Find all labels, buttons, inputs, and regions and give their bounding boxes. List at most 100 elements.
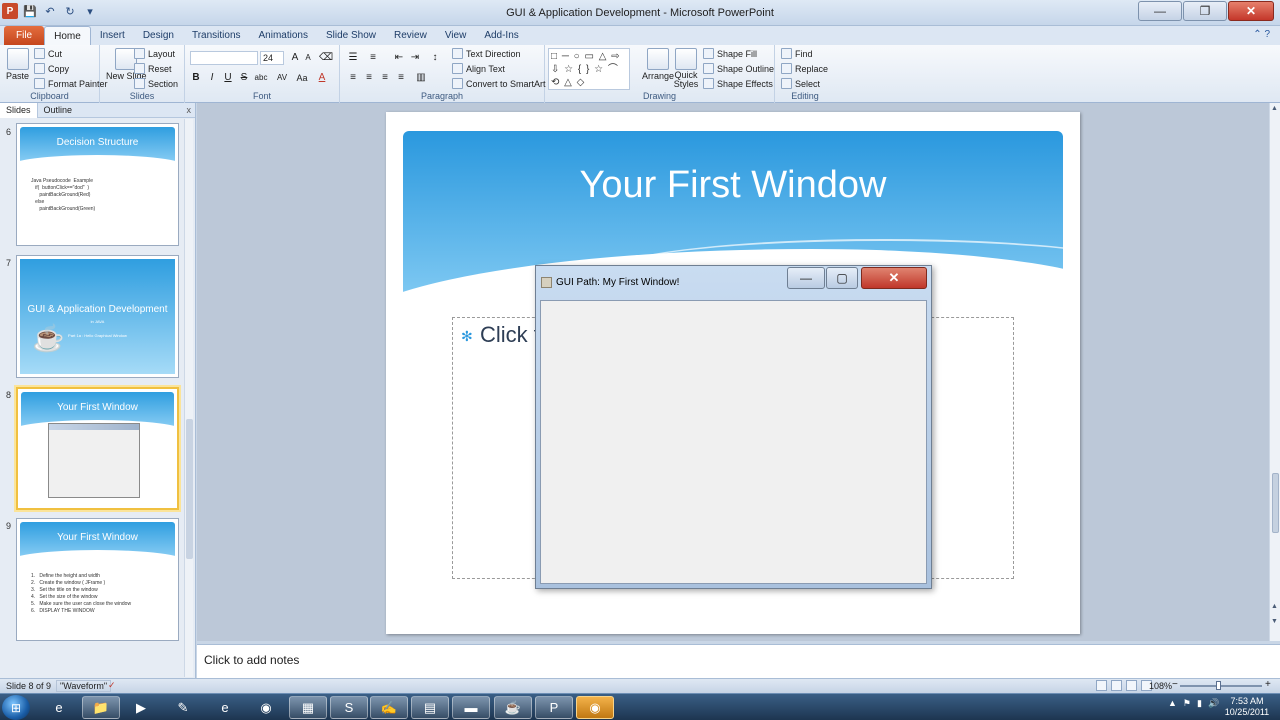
slide-thumbnail-7[interactable]: GUI & Application Development in JAVA Pa…: [16, 255, 179, 378]
zoom-level[interactable]: 108%: [1149, 681, 1172, 691]
start-button[interactable]: ⊞: [2, 695, 30, 720]
quick-styles-button[interactable]: Quick Styles: [673, 48, 699, 89]
format-painter-button[interactable]: Format Painter: [34, 78, 108, 89]
smartart-button[interactable]: Convert to SmartArt: [452, 78, 546, 89]
slides-pane-scrollbar[interactable]: [184, 119, 193, 677]
columns-icon[interactable]: ▥: [414, 71, 428, 85]
slide-sorter-icon[interactable]: [1111, 680, 1122, 691]
reset-button[interactable]: Reset: [134, 63, 172, 74]
theme-name[interactable]: "Waveform": [56, 680, 112, 692]
editing-area-scrollbar[interactable]: ▲ ▲ ▼: [1269, 103, 1280, 641]
chrome-icon[interactable]: ◉: [576, 696, 614, 719]
java-icon[interactable]: ☕: [494, 696, 532, 719]
char-spacing-button[interactable]: AV: [273, 71, 291, 85]
slide-thumbnail-8[interactable]: Your First Window: [16, 387, 179, 510]
notes-pane[interactable]: Click to add notes: [197, 644, 1280, 678]
java-window[interactable]: GUI Path: My First Window! — ▢ ✕: [535, 265, 932, 589]
copy-button[interactable]: Copy: [34, 63, 69, 74]
font-name-field[interactable]: [190, 51, 258, 65]
action-center-icon[interactable]: ⚑: [1183, 698, 1191, 709]
notepad-icon[interactable]: ✍: [370, 696, 408, 719]
find-button[interactable]: Find: [781, 48, 813, 59]
show-hidden-icons[interactable]: ▲: [1168, 698, 1177, 709]
tab-outline[interactable]: Outline: [38, 103, 79, 118]
explorer-icon[interactable]: 📁: [82, 696, 120, 719]
scroll-up-icon[interactable]: ▲: [1271, 105, 1278, 112]
bold-button[interactable]: B: [189, 71, 203, 85]
justify-icon[interactable]: ≡: [394, 71, 408, 85]
zoom-slider[interactable]: [1180, 681, 1262, 690]
shape-outline-button[interactable]: Shape Outline: [703, 63, 774, 74]
firefox-icon[interactable]: ◉: [247, 696, 285, 719]
tab-add-ins[interactable]: Add-Ins: [475, 26, 527, 45]
shape-fill-button[interactable]: Shape Fill: [703, 48, 757, 59]
tab-design[interactable]: Design: [134, 26, 183, 45]
command-prompt-icon[interactable]: ▬: [452, 696, 490, 719]
tab-slide-show[interactable]: Slide Show: [317, 26, 385, 45]
normal-view-icon[interactable]: [1096, 680, 1107, 691]
app-icon[interactable]: ▦: [289, 696, 327, 719]
shrink-font-button[interactable]: A: [301, 51, 315, 65]
help-icon[interactable]: ⌃ ?: [1253, 29, 1270, 40]
network-icon[interactable]: ▮: [1197, 698, 1202, 709]
spell-check-icon[interactable]: ✓: [108, 680, 116, 691]
clear-format-icon[interactable]: ⌫: [319, 51, 333, 65]
next-slide-icon[interactable]: ▼: [1271, 618, 1278, 625]
strikethrough-button[interactable]: S: [237, 71, 251, 85]
layout-button[interactable]: Layout: [134, 48, 175, 59]
scrollbar-thumb[interactable]: [1272, 473, 1279, 533]
media-player-icon[interactable]: ▶: [122, 696, 160, 719]
java-close-button[interactable]: ✕: [861, 267, 927, 289]
align-left-icon[interactable]: ≡: [346, 71, 360, 85]
replace-button[interactable]: Replace: [781, 63, 828, 74]
italic-button[interactable]: I: [205, 71, 219, 85]
prev-slide-icon[interactable]: ▲: [1271, 603, 1278, 610]
cut-button[interactable]: Cut: [34, 48, 62, 59]
line-spacing-icon[interactable]: ↕: [428, 51, 442, 65]
align-right-icon[interactable]: ≡: [378, 71, 392, 85]
tab-review[interactable]: Review: [385, 26, 436, 45]
slide-thumbnail-6[interactable]: Decision Structure Java Pseudocode Examp…: [16, 123, 179, 246]
powerpoint-icon[interactable]: P: [535, 696, 573, 719]
tab-transitions[interactable]: Transitions: [183, 26, 250, 45]
slide-title[interactable]: Your First Window: [403, 164, 1063, 207]
select-button[interactable]: Select: [781, 78, 820, 89]
increase-indent-icon[interactable]: ⇥: [408, 51, 422, 65]
bullets-icon[interactable]: ☰: [346, 51, 360, 65]
zoom-out-button[interactable]: −: [1172, 679, 1178, 690]
clock[interactable]: 7:53 AM 10/25/2011: [1218, 696, 1276, 718]
pane-close-icon[interactable]: x: [187, 105, 192, 115]
editor-icon[interactable]: ✎: [164, 696, 202, 719]
tab-animations[interactable]: Animations: [250, 26, 317, 45]
java-maximize-button[interactable]: ▢: [826, 267, 858, 289]
text-direction-button[interactable]: Text Direction: [452, 48, 521, 59]
ie-icon[interactable]: e: [40, 696, 78, 719]
close-button[interactable]: ✕: [1228, 1, 1274, 21]
shapes-gallery[interactable]: □ ─ ○ ▭ △ ⇨ ⇩ ☆ { } ☆ ⌒ ⟲ △ ◇: [548, 48, 630, 90]
font-color-button[interactable]: A: [315, 71, 329, 85]
tab-home[interactable]: Home: [44, 26, 91, 45]
arrange-button[interactable]: Arrange: [642, 48, 674, 81]
align-center-icon[interactable]: ≡: [362, 71, 376, 85]
tab-file[interactable]: File: [4, 26, 45, 45]
minimize-button[interactable]: —: [1138, 1, 1182, 21]
align-text-button[interactable]: Align Text: [452, 63, 505, 74]
shadow-button[interactable]: abc: [251, 71, 271, 85]
zoom-slider-knob[interactable]: [1216, 681, 1221, 690]
grow-font-button[interactable]: A: [288, 51, 302, 65]
maximize-button[interactable]: ❐: [1183, 1, 1227, 21]
tab-slides[interactable]: Slides: [0, 102, 38, 118]
decrease-indent-icon[interactable]: ⇤: [392, 51, 406, 65]
underline-button[interactable]: U: [221, 71, 235, 85]
change-case-button[interactable]: Aa: [293, 71, 311, 85]
section-button[interactable]: Section: [134, 78, 178, 89]
ie-icon[interactable]: e: [206, 696, 244, 719]
shape-effects-button[interactable]: Shape Effects: [703, 78, 773, 89]
paste-button[interactable]: Paste: [6, 48, 29, 81]
font-size-field[interactable]: 24: [260, 51, 284, 65]
skype-icon[interactable]: S: [330, 696, 368, 719]
document-icon[interactable]: ▤: [411, 696, 449, 719]
zoom-in-button[interactable]: +: [1265, 679, 1271, 690]
reading-view-icon[interactable]: [1126, 680, 1137, 691]
numbering-icon[interactable]: ≡: [366, 51, 380, 65]
